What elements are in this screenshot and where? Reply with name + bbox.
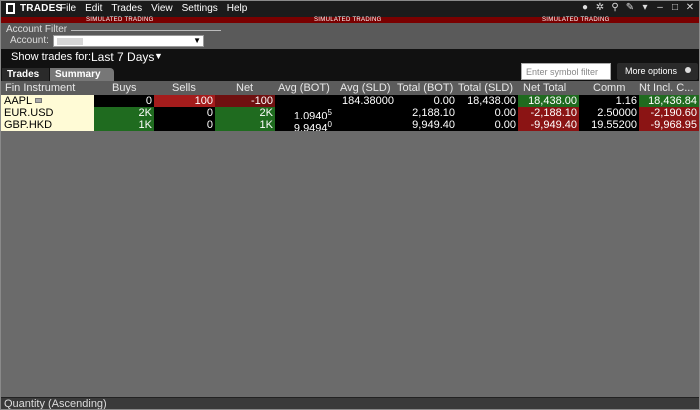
- window-controls: ● ✲ ⚲ ✎ ▾ – □ ✕: [580, 2, 695, 13]
- avg-bot-cell: 1.09405: [275, 107, 335, 119]
- column-header[interactable]: Avg (SLD): [340, 82, 391, 94]
- column-header[interactable]: Net Total: [523, 82, 566, 94]
- net-cell: 2K: [215, 107, 275, 119]
- net-total-cell: 18,438.00: [518, 95, 579, 107]
- total-bot-cell: 2,188.10: [396, 107, 457, 119]
- window-title: TRADES: [20, 3, 63, 14]
- sells-cell: 100: [154, 95, 215, 107]
- menu-help[interactable]: Help: [227, 3, 248, 14]
- sort-order-label[interactable]: Quantity (Ascending): [4, 398, 107, 409]
- account-filter-title: Account Filter: [6, 24, 68, 35]
- period-dropdown-icon[interactable]: ▼: [154, 51, 163, 61]
- trades-window: TRADES File Edit Trades View Settings He…: [0, 0, 700, 410]
- avg-bot-value: 9.9494: [293, 122, 328, 131]
- table-row[interactable]: EUR.USD 2K 0 2K 1.09405 2,188.10 0.00 -2…: [1, 107, 699, 119]
- net-cell: -100: [215, 95, 275, 107]
- more-options-button[interactable]: More options: [617, 63, 698, 80]
- table-row[interactable]: GBP.HKD 1K 0 1K 9.94940 9,949.40 0.00 -9…: [1, 119, 699, 131]
- symbol-text: AAPL: [4, 95, 33, 107]
- symbol-text: GBP.HKD: [4, 119, 53, 131]
- column-header[interactable]: Fin Instrument: [5, 82, 75, 94]
- column-header[interactable]: Total (SLD): [458, 82, 513, 94]
- buys-cell: 0: [94, 95, 154, 107]
- avg-bot-extra-digit: 0: [327, 120, 332, 129]
- menu-edit[interactable]: Edit: [85, 3, 102, 14]
- net-cell: 1K: [215, 119, 275, 131]
- table-header: Fin Instrument Buys Sells Net Avg (BOT) …: [1, 81, 699, 95]
- menu-settings[interactable]: Settings: [182, 3, 218, 14]
- avg-sld-cell: [335, 119, 396, 131]
- lock-icon[interactable]: ●: [580, 2, 590, 13]
- minimize-icon[interactable]: –: [655, 2, 665, 13]
- account-filter-panel: Account Filter Account: ▼: [1, 23, 699, 49]
- column-header[interactable]: Avg (BOT): [278, 82, 330, 94]
- table-row[interactable]: AAPL 0 100 -100 184.38000 0.00 18,438.00…: [1, 95, 699, 107]
- total-sld-cell: 18,438.00: [457, 95, 518, 107]
- symbol-filter-input[interactable]: Enter symbol filter: [521, 63, 611, 80]
- menu-bar: File Edit Trades View Settings Help: [60, 3, 247, 14]
- column-header[interactable]: Net: [236, 82, 253, 94]
- comm-cell: 1.16: [579, 95, 639, 107]
- more-options-dot-icon: [685, 67, 691, 73]
- avg-sld-cell: 184.38000: [335, 95, 396, 107]
- net-incl-comm-cell: 18,436.84: [639, 95, 699, 107]
- app-logo-icon: [6, 3, 15, 14]
- filter-divider: [71, 30, 221, 31]
- total-sld-cell: 0.00: [457, 107, 518, 119]
- column-header[interactable]: Total (BOT): [397, 82, 453, 94]
- account-value-redacted: [57, 38, 83, 45]
- column-header[interactable]: Buys: [112, 82, 136, 94]
- avg-bot-value: 1.0940: [293, 110, 328, 119]
- sells-cell: 0: [154, 107, 215, 119]
- net-total-cell: -9,949.40: [518, 119, 579, 131]
- column-header[interactable]: Nt Incl. C...: [639, 82, 693, 94]
- show-trades-label: Show trades for:: [11, 51, 92, 63]
- avg-sld-cell: [335, 107, 396, 119]
- column-header[interactable]: Sells: [172, 82, 196, 94]
- close-icon[interactable]: ✕: [685, 2, 695, 13]
- tab-summary[interactable]: Summary: [50, 68, 114, 81]
- net-incl-comm-cell: -9,968.95: [639, 119, 699, 131]
- sells-cell: 0: [154, 119, 215, 131]
- avg-bot-cell: 9.94940: [275, 119, 335, 131]
- symbol-cell[interactable]: GBP.HKD: [1, 119, 94, 131]
- menu-file[interactable]: File: [60, 3, 76, 14]
- status-bar: Quantity (Ascending): [1, 397, 699, 409]
- net-incl-comm-cell: -2,190.60: [639, 107, 699, 119]
- buys-cell: 1K: [94, 119, 154, 131]
- avg-bot-extra-digit: 5: [327, 108, 332, 117]
- avg-bot-cell: [275, 95, 335, 107]
- buys-cell: 2K: [94, 107, 154, 119]
- maximize-icon[interactable]: □: [670, 2, 680, 13]
- title-bar: TRADES File Edit Trades View Settings He…: [1, 1, 699, 17]
- position-icon: [35, 98, 42, 103]
- column-header[interactable]: Comm: [593, 82, 625, 94]
- symbol-text: EUR.USD: [4, 107, 54, 119]
- total-sld-cell: 0.00: [457, 119, 518, 131]
- link-icon[interactable]: ⚲: [610, 2, 620, 13]
- net-total-cell: -2,188.10: [518, 107, 579, 119]
- account-select[interactable]: ▼: [53, 35, 204, 47]
- total-bot-cell: 0.00: [396, 95, 457, 107]
- chevron-down-icon: ▼: [193, 36, 201, 45]
- comm-cell: 19.55200: [579, 119, 639, 131]
- more-options-label: More options: [625, 66, 678, 76]
- account-label: Account:: [10, 35, 49, 46]
- show-trades-period[interactable]: Last 7 Days: [91, 50, 154, 64]
- symbol-cell[interactable]: AAPL: [1, 95, 94, 107]
- menu-view[interactable]: View: [151, 3, 173, 14]
- tab-trades[interactable]: Trades: [2, 68, 49, 81]
- comm-cell: 2.50000: [579, 107, 639, 119]
- menu-trades[interactable]: Trades: [111, 3, 142, 14]
- gear-icon[interactable]: ✲: [595, 2, 605, 13]
- total-bot-cell: 9,949.40: [396, 119, 457, 131]
- symbol-cell[interactable]: EUR.USD: [1, 107, 94, 119]
- pin-icon[interactable]: ✎: [625, 2, 635, 13]
- pin-dropdown-icon[interactable]: ▾: [640, 2, 650, 13]
- table-body: AAPL 0 100 -100 184.38000 0.00 18,438.00…: [1, 95, 699, 131]
